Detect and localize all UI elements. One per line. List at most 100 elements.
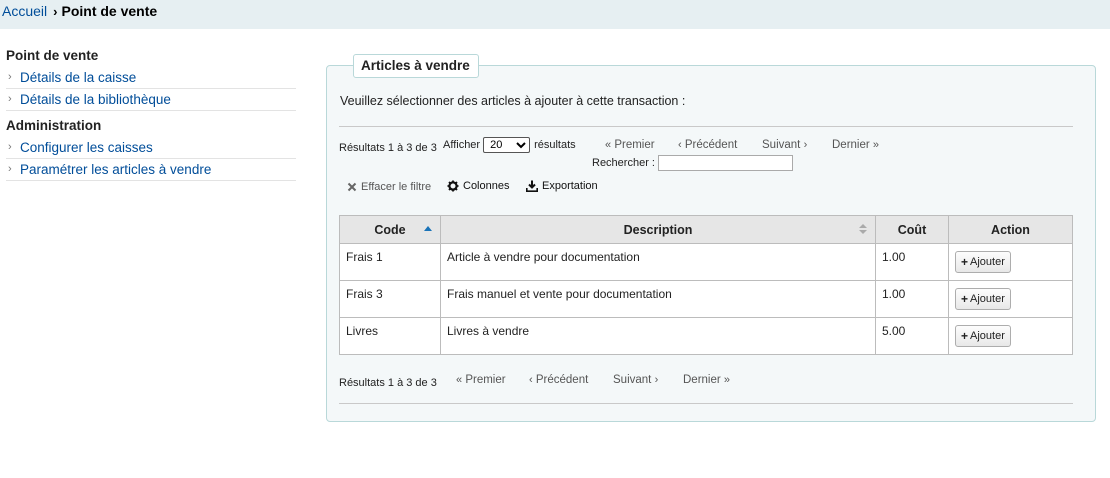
pager-next-label: Suivant — [613, 374, 652, 386]
items-table: Code Description Coût Action Frais 1 Art… — [339, 215, 1073, 355]
sort-ascending-icon — [424, 226, 432, 231]
column-header-label: Action — [991, 222, 1030, 237]
columns-button[interactable]: Colonnes — [447, 180, 509, 192]
plus-icon: + — [961, 292, 969, 306]
pager-next-button-bottom[interactable]: Suivant › — [613, 374, 658, 386]
chevron-left-icon: ‹ — [678, 139, 682, 151]
sidebar-item-parametrer-articles[interactable]: › Paramétrer les articles à vendre — [6, 159, 296, 181]
clear-filter-label: Effacer le filtre — [361, 181, 432, 193]
pager-prev-label: Précédent — [684, 139, 738, 151]
add-button-label: Ajouter — [970, 256, 1005, 268]
results-info-bottom: Résultats 1 à 3 de 3 — [339, 377, 437, 389]
sidebar-item-details-bibliotheque[interactable]: › Détails de la bibliothèque — [6, 89, 296, 111]
column-header-label: Description — [623, 222, 693, 237]
chevron-right-icon: › — [8, 141, 12, 153]
pager-first-button-top[interactable]: « Premier — [605, 139, 655, 151]
column-header-description[interactable]: Description — [440, 215, 876, 244]
double-chevron-left-icon: « — [456, 374, 463, 386]
close-icon — [347, 182, 357, 192]
pager-prev-button-top[interactable]: ‹ Précédent — [678, 139, 737, 151]
show-label: Afficher — [443, 139, 481, 151]
export-label: Exportation — [542, 180, 598, 192]
results-info-top: Résultats 1 à 3 de 3 — [339, 142, 437, 154]
table-row: Frais 1 Article à vendre pour documentat… — [339, 243, 1073, 281]
double-chevron-left-icon: « — [605, 139, 612, 151]
plus-icon: + — [961, 329, 969, 343]
sidebar-list-administration: › Configurer les caisses › Paramétrer les … — [6, 137, 296, 181]
cell-action: + Ajouter — [948, 280, 1073, 318]
gear-icon — [447, 180, 459, 192]
breadcrumb: Accueil › Point de vente — [0, 0, 1110, 29]
clear-filter-button[interactable]: Effacer le filtre — [347, 181, 431, 193]
column-header-label: Code — [374, 222, 406, 237]
sidebar-heading-administration: Administration — [6, 118, 102, 133]
plus-icon: + — [961, 255, 969, 269]
sidebar-nav: Point de vente › Détails de la caisse › Dé… — [6, 47, 296, 184]
pager-next-label: Suivant — [762, 139, 801, 151]
sidebar-item-configurer-caisses[interactable]: › Configurer les caisses — [6, 137, 296, 159]
search-label: Rechercher : — [592, 157, 655, 169]
search-input[interactable] — [658, 155, 793, 171]
sidebar-item-label: Détails de la bibliothèque — [20, 92, 171, 107]
items-for-sale-panel: Articles à vendre Veuillez sélectionner … — [326, 54, 1096, 422]
column-header-cost[interactable]: Coût — [875, 215, 949, 244]
instruction-text: Veuillez sélectionner des articles à ajo… — [340, 94, 686, 108]
add-button-label: Ajouter — [970, 330, 1005, 342]
sort-icon — [859, 224, 867, 236]
pager-next-button-top[interactable]: Suivant › — [762, 139, 807, 151]
sidebar-item-label: Configurer les caisses — [20, 140, 153, 155]
cell-code: Frais 3 — [339, 280, 441, 318]
pager-first-button-bottom[interactable]: « Premier — [456, 374, 506, 386]
double-chevron-right-icon: » — [872, 139, 880, 151]
cell-code: Livres — [339, 317, 441, 355]
sidebar-list-point-de-vente: › Détails de la caisse › Détails de la bib… — [6, 67, 296, 111]
cell-cost: 5.00 — [875, 317, 949, 355]
results-suffix-label: résultats — [534, 139, 576, 151]
column-header-label: Coût — [897, 222, 927, 237]
add-button-label: Ajouter — [970, 293, 1005, 305]
chevron-right-icon: › — [654, 374, 659, 386]
table-row: Frais 3 Frais manuel et vente pour docum… — [339, 280, 1073, 318]
chevron-right-icon: › — [8, 93, 12, 105]
cell-code: Frais 1 — [339, 243, 441, 281]
pager-prev-label: Précédent — [535, 374, 589, 386]
divider — [339, 126, 1073, 127]
add-item-button[interactable]: + Ajouter — [955, 251, 1011, 273]
add-item-button[interactable]: + Ajouter — [955, 288, 1011, 310]
pager-last-label: Dernier — [683, 374, 721, 386]
double-chevron-right-icon: » — [723, 374, 731, 386]
sidebar-item-label: Détails de la caisse — [20, 70, 137, 85]
cell-description: Frais manuel et vente pour documentation — [440, 280, 876, 318]
column-header-code[interactable]: Code — [339, 215, 441, 244]
pager-last-button-bottom[interactable]: Dernier » — [683, 374, 730, 386]
sidebar-heading-point-de-vente: Point de vente — [6, 48, 99, 63]
chevron-right-icon: › — [8, 71, 12, 83]
page-length-select[interactable]: 10 20 50 100 — [483, 137, 531, 153]
add-item-button[interactable]: + Ajouter — [955, 325, 1011, 347]
breadcrumb-home-link[interactable]: Accueil — [2, 3, 47, 19]
table-row: Livres Livres à vendre 5.00 + Ajouter — [339, 317, 1073, 355]
pager-first-label: Premier — [465, 374, 506, 386]
cell-description: Livres à vendre — [440, 317, 876, 355]
pager-last-button-top[interactable]: Dernier » — [832, 139, 879, 151]
columns-label: Colonnes — [463, 180, 510, 192]
panel-legend: Articles à vendre — [353, 54, 479, 78]
pager-prev-button-bottom[interactable]: ‹ Précédent — [529, 374, 588, 386]
column-header-action: Action — [948, 215, 1073, 244]
chevron-right-icon: › — [803, 139, 808, 151]
cell-cost: 1.00 — [875, 280, 949, 318]
export-button[interactable]: Exportation — [526, 180, 598, 192]
table-header-row: Code Description Coût Action — [339, 215, 1073, 244]
chevron-right-icon: › — [8, 163, 12, 175]
divider — [339, 403, 1073, 404]
chevron-right-icon: › — [53, 4, 58, 19]
pager-last-label: Dernier — [832, 139, 870, 151]
cell-cost: 1.00 — [875, 243, 949, 281]
sidebar-item-details-caisse[interactable]: › Détails de la caisse — [6, 67, 296, 89]
cell-action: + Ajouter — [948, 317, 1073, 355]
pager-first-label: Premier — [614, 139, 655, 151]
cell-action: + Ajouter — [948, 243, 1073, 281]
cell-description: Article à vendre pour documentation — [440, 243, 876, 281]
download-icon — [526, 180, 538, 192]
breadcrumb-current: Point de vente — [61, 3, 158, 19]
